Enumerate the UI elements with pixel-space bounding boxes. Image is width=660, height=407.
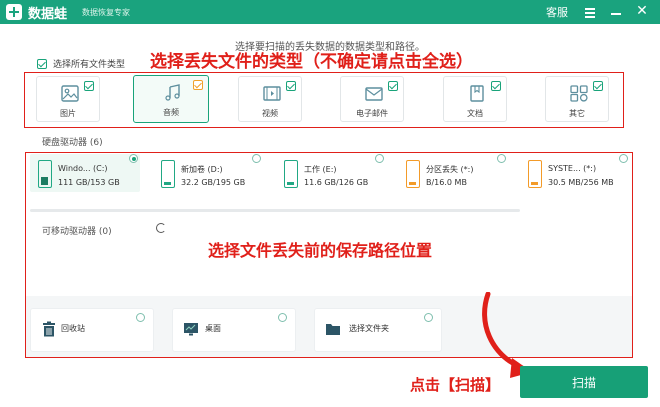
app-name: 数据蛙 (28, 7, 68, 22)
select-all-file-types[interactable]: 选择所有文件类型 (37, 57, 125, 70)
annotation-click-scan: 点击【扫描】 (410, 376, 501, 394)
hard-drives-section-title: 硬盘驱动器 (6) (42, 138, 103, 148)
app-logo-icon (6, 4, 22, 20)
annotation-file-types: 选择丢失文件的类型（不确定请点击全选） (150, 52, 473, 72)
menu-icon[interactable] (580, 2, 600, 22)
customer-service-link[interactable]: 客服 (546, 4, 568, 20)
app-subtitle: 数据恢复专家 (82, 8, 130, 17)
annotation-box-file-types (24, 72, 624, 128)
title-bar: 数据蛙 数据恢复专家 客服 ✕ (0, 0, 660, 24)
select-all-checkbox[interactable] (37, 58, 47, 69)
scan-button[interactable]: 扫描 (520, 366, 648, 398)
annotation-box-save-path (25, 152, 633, 358)
close-icon[interactable]: ✕ (632, 2, 652, 22)
select-all-label: 选择所有文件类型 (53, 60, 126, 70)
minimize-icon[interactable] (606, 2, 626, 22)
